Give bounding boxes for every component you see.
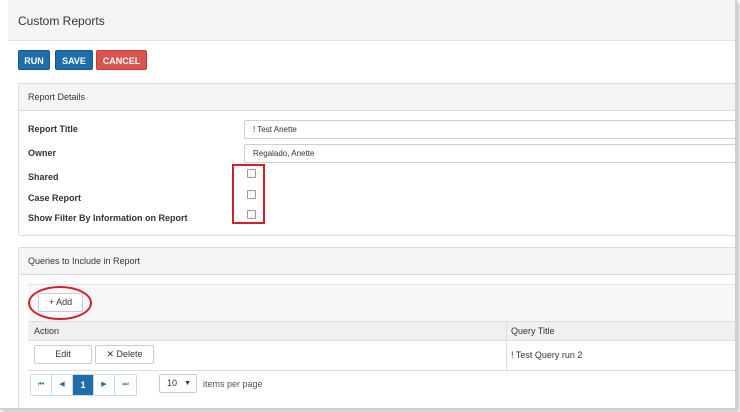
queries-heading: Queries to Include in Report [19,248,735,275]
queries-table-header: Action Query Title [28,321,735,341]
query-title-cell: ! Test Query run 2 [511,350,583,360]
page-size-value: 10 [167,378,178,388]
prev-page-icon[interactable]: ◀ [52,375,73,395]
page-title: Custom Reports [18,14,105,28]
owner-input[interactable]: Regalado, Anette [244,144,735,163]
queries-toolbar [28,284,735,322]
case-report-label: Case Report [28,193,82,203]
report-title-input[interactable]: ! Test Anette [244,120,735,139]
caret-down-icon: ▼ [184,380,191,387]
run-button[interactable]: RUN [18,50,50,70]
last-page-icon[interactable]: ⏭ [115,375,136,395]
report-title-label: Report Title [28,124,78,134]
report-details-heading: Report Details [19,84,735,111]
cancel-button[interactable]: CANCEL [96,50,147,70]
column-divider [506,322,507,340]
page-size-select[interactable]: 10 ▼ [159,374,197,393]
queries-title: Queries to Include in Report [28,256,141,266]
column-query-title: Query Title [511,326,555,336]
close-icon: ✕ [106,349,114,359]
pagination: ⏮ ◀ 1 ▶ ⏭ [30,374,137,396]
report-details-title: Report Details [28,92,86,102]
delete-button[interactable]: ✕ Delete [95,345,154,364]
report-details-panel: Report Details Report Title ! Test Anett… [18,83,735,236]
column-action: Action [34,326,60,336]
delete-label: Delete [116,349,143,359]
page-number-current[interactable]: 1 [73,375,94,395]
row-divider [506,340,507,370]
first-page-icon[interactable]: ⏮ [31,375,52,395]
table-row: Edit ✕ Delete ! Test Query run 2 [28,340,735,371]
show-filter-label: Show Filter By Information on Report [28,213,188,223]
save-button[interactable]: SAVE [55,50,93,70]
app-window: Custom Reports RUN SAVE CANCEL Report De… [0,0,737,410]
page-header: Custom Reports [8,0,735,41]
items-per-page-label: items per page [203,379,263,389]
shared-label: Shared [28,172,59,182]
checkbox-highlight-annotation [232,164,265,224]
add-highlight-annotation [28,286,92,320]
owner-label: Owner [28,148,57,158]
next-page-icon[interactable]: ▶ [94,375,115,395]
edit-button[interactable]: Edit [34,345,92,364]
